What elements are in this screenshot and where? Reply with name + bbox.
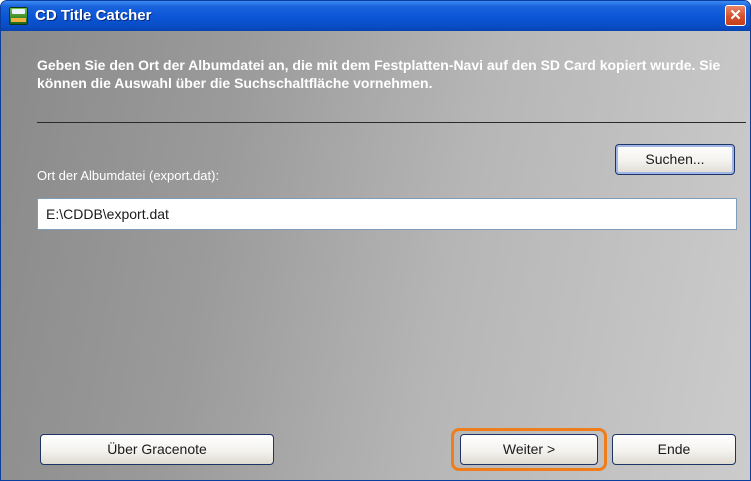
end-button[interactable]: Ende bbox=[612, 434, 736, 465]
title-bar[interactable]: CD Title Catcher ✕ bbox=[1, 1, 750, 31]
app-icon bbox=[9, 7, 28, 25]
window-title: CD Title Catcher bbox=[35, 7, 152, 24]
close-icon: ✕ bbox=[729, 7, 742, 24]
next-button[interactable]: Weiter > bbox=[460, 434, 598, 465]
path-label: Ort der Albumdatei (export.dat): bbox=[37, 168, 220, 183]
close-button[interactable]: ✕ bbox=[725, 5, 746, 26]
separator-line bbox=[37, 122, 746, 123]
search-button[interactable]: Suchen... bbox=[615, 144, 735, 175]
instruction-text: Geben Sie den Ort der Albumdatei an, die… bbox=[37, 57, 721, 91]
album-path-input[interactable] bbox=[37, 198, 737, 230]
app-window: CD Title Catcher ✕ Geben Sie den Ort der… bbox=[0, 0, 751, 481]
dialog-content: Geben Sie den Ort der Albumdatei an, die… bbox=[1, 31, 750, 480]
about-gracenote-button[interactable]: Über Gracenote bbox=[40, 434, 274, 465]
